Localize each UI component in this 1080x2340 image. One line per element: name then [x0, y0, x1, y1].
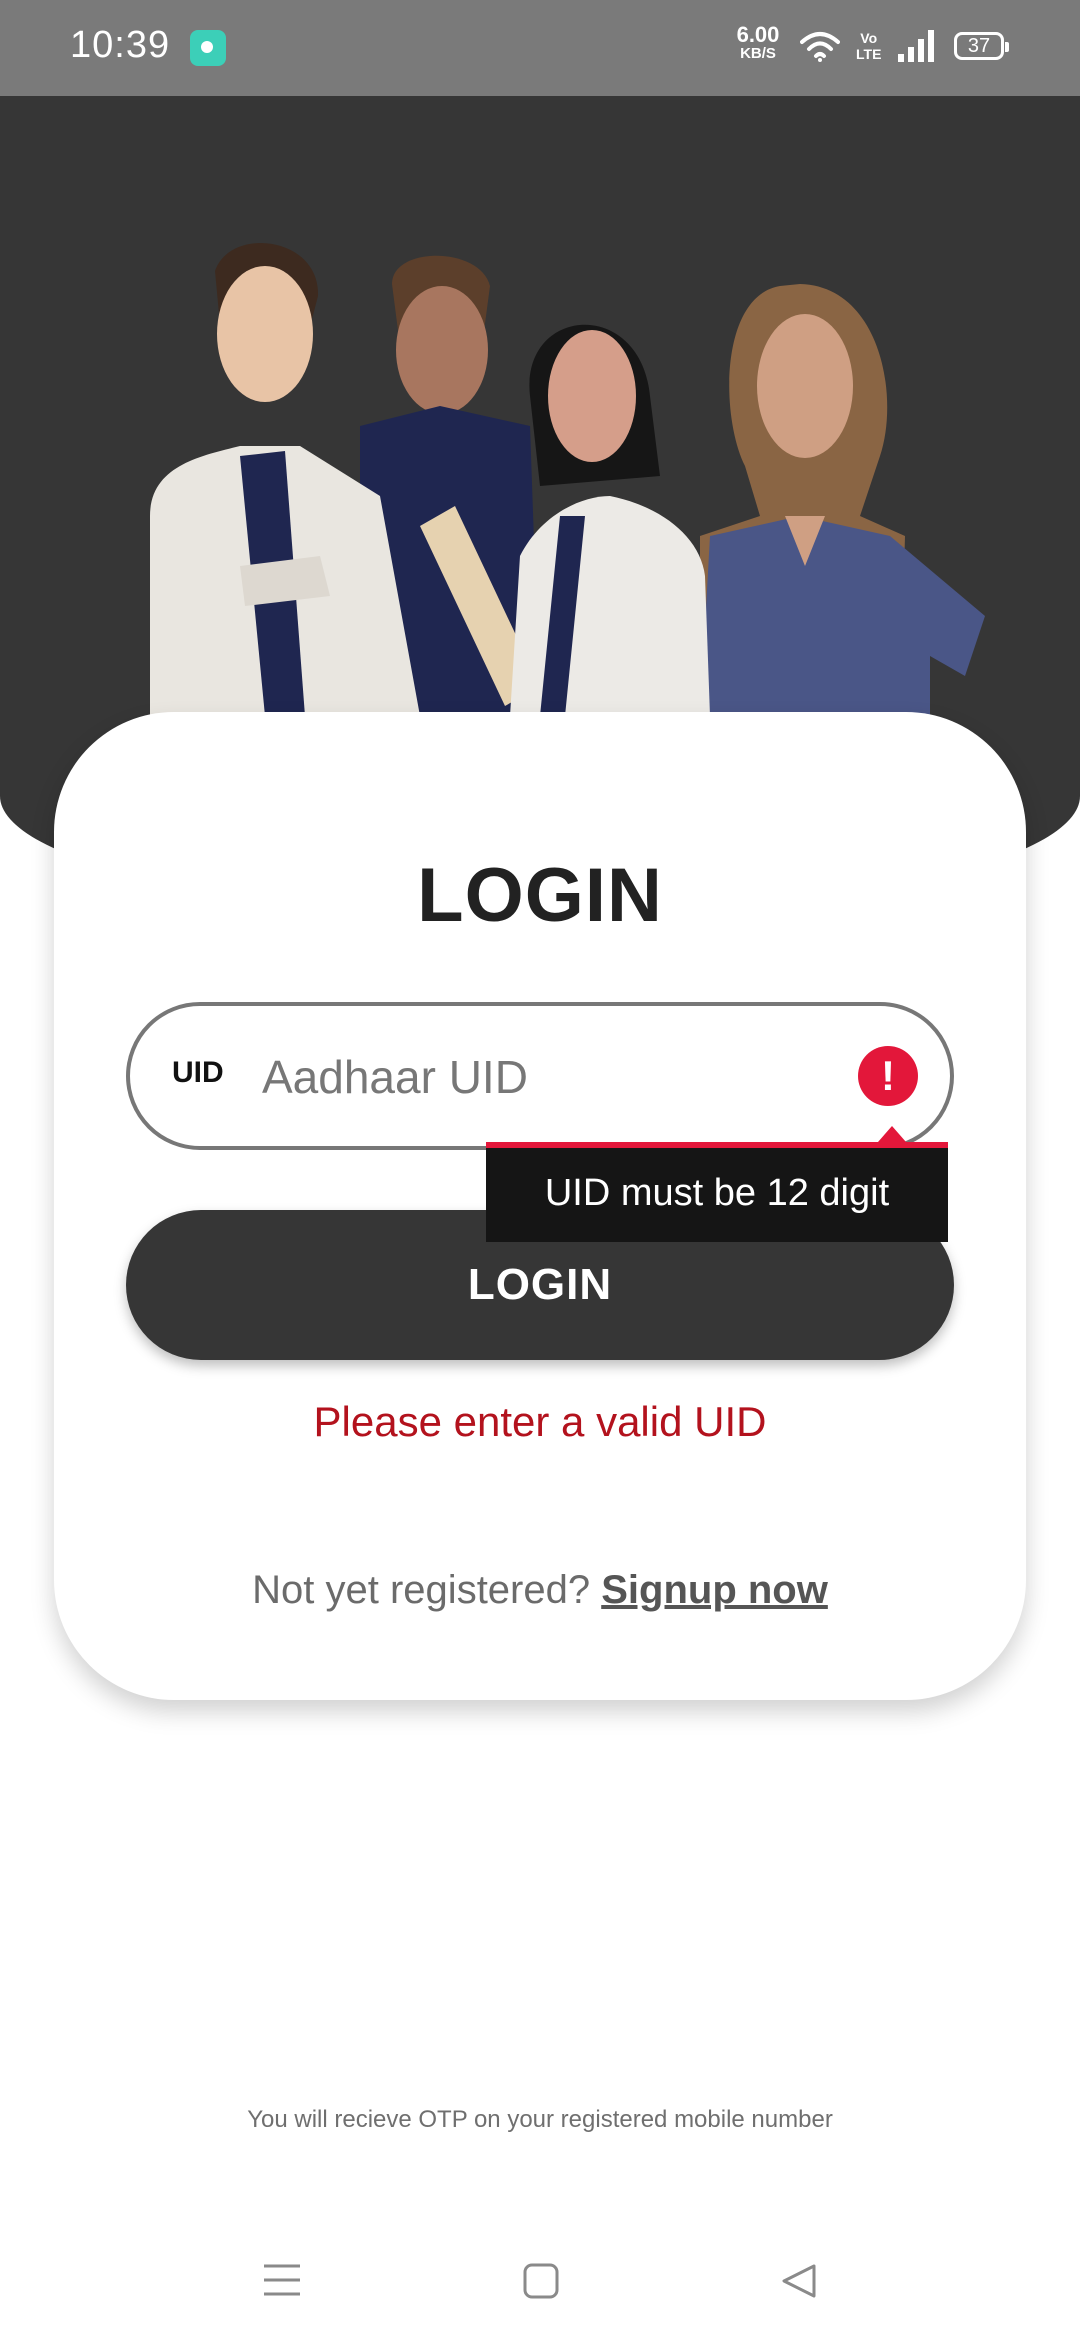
signup-prompt: Not yet registered?: [252, 1568, 602, 1612]
uid-icon: UID: [172, 1056, 224, 1089]
network-speed-unit: KB/S: [740, 45, 776, 62]
login-card: LOGIN UID ! UID must be 12 digit LOGIN P…: [54, 712, 1026, 1700]
signal-icon: [898, 30, 934, 62]
error-tooltip-text: UID must be 12 digit: [544, 1172, 890, 1214]
wifi-icon: [800, 32, 840, 62]
navigation-bar: [0, 2220, 1080, 2340]
app-notification-icon: [190, 30, 226, 66]
login-title: LOGIN: [417, 853, 663, 938]
volte-icon: Vo LTE: [856, 30, 881, 62]
signup-link[interactable]: Signup now: [601, 1568, 828, 1612]
network-speed: 6.00 KB/S: [730, 22, 786, 62]
signup-row: Not yet registered? Signup now: [54, 1568, 1026, 1613]
battery-icon: 37: [954, 32, 1009, 60]
network-speed-value: 6.00: [736, 22, 780, 47]
home-icon[interactable]: [522, 2262, 560, 2300]
uid-input-container[interactable]: UID !: [126, 1002, 954, 1150]
status-time: 10:39: [70, 24, 171, 66]
otp-note: You will recieve OTP on your registered …: [247, 2106, 833, 2133]
volte-line1: Vo: [860, 30, 878, 46]
uid-input[interactable]: [260, 1036, 824, 1118]
error-icon[interactable]: !: [858, 1046, 918, 1106]
validation-message: Please enter a valid UID: [313, 1398, 767, 1445]
status-bar: 10:39 6.00 KB/S Vo LTE 37: [0, 0, 1080, 96]
error-tooltip: UID must be 12 digit: [486, 1126, 948, 1242]
back-icon[interactable]: [780, 2262, 818, 2300]
menu-icon[interactable]: [262, 2262, 302, 2298]
volte-line2: LTE: [856, 46, 882, 62]
